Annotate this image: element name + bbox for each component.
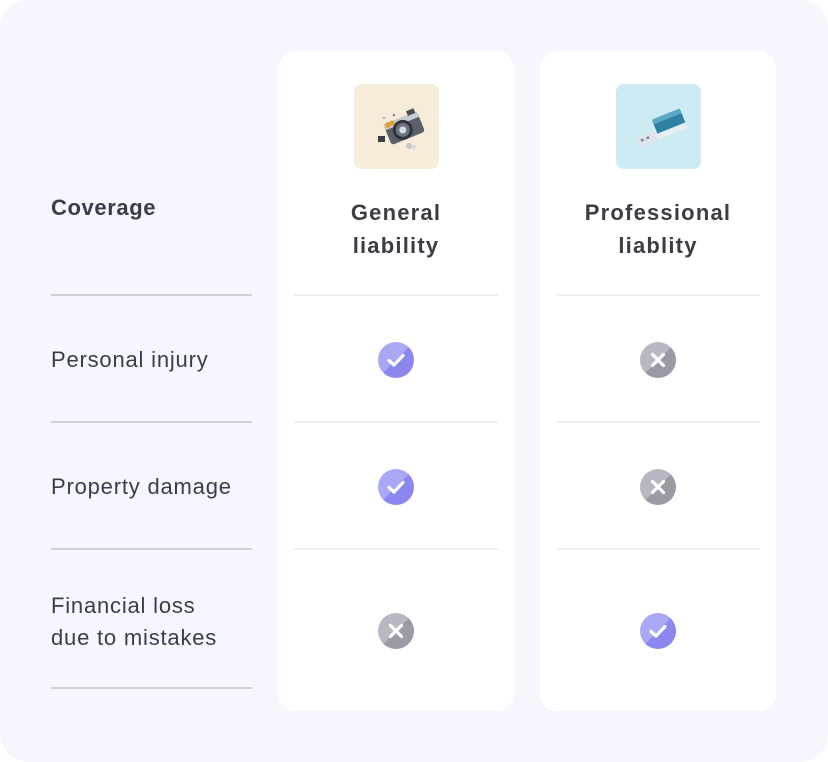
row-label-personal-injury: Personal injury: [51, 347, 209, 372]
x-circle-icon: [378, 613, 414, 649]
row-divider: [51, 294, 252, 296]
plan-title-line: Professional: [584, 200, 732, 225]
check-circle-icon: [640, 613, 676, 649]
camera-icon: [354, 84, 439, 169]
row-divider: [556, 548, 760, 550]
row-divider: [51, 687, 252, 689]
coverage-heading: Coverage: [51, 195, 157, 220]
row-divider: [294, 294, 498, 296]
row-divider: [294, 548, 498, 550]
row-divider: [556, 294, 760, 296]
usb-drive-icon: [616, 84, 701, 169]
row-label-property-damage: Property damage: [51, 474, 232, 499]
row-label-financial-loss: Financial loss due to mistakes: [51, 590, 217, 654]
plan-title-line: liablity: [618, 233, 698, 258]
coverage-comparison-panel: Coverage Personal injury Property damage…: [0, 0, 828, 762]
plan-card-professional-liability: Professional liablity: [540, 51, 776, 711]
plan-title: General liability: [278, 196, 514, 262]
row-label-line: due to mistakes: [51, 625, 218, 650]
plan-card-general-liability: General liability: [278, 51, 514, 711]
row-label-line: Financial loss: [51, 593, 196, 618]
plan-title-line: liability: [352, 233, 440, 258]
plan-title: Professional liablity: [540, 196, 776, 262]
plan-title-line: General: [350, 200, 442, 225]
check-circle-icon: [378, 469, 414, 505]
check-circle-icon: [378, 342, 414, 378]
usb-drive-image: [616, 84, 701, 169]
camera-image: [354, 84, 439, 169]
row-divider: [294, 421, 498, 423]
row-divider: [556, 421, 760, 423]
row-divider: [51, 548, 252, 550]
x-circle-icon: [640, 469, 676, 505]
x-circle-icon: [640, 342, 676, 378]
row-divider: [51, 421, 252, 423]
